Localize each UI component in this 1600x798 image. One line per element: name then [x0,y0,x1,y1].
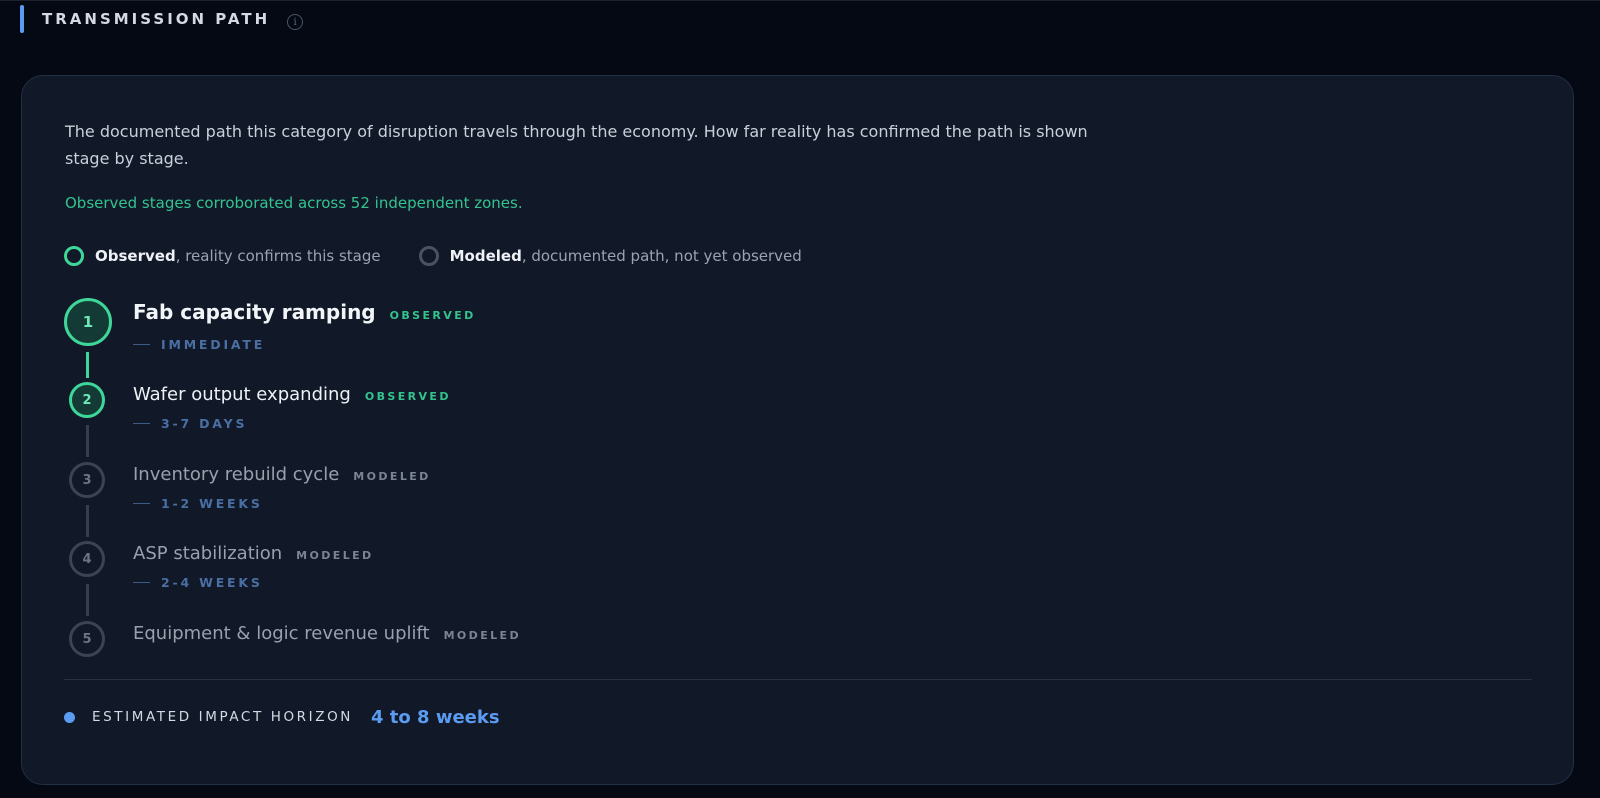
stage-1-timing-label: IMMEDIATE [161,337,266,352]
stage-connector-3 [86,505,89,537]
modeled-ring-icon [418,246,439,266]
stage-2-title: Wafer output expanding OBSERVED [133,384,451,405]
stage-3-timing: 1-2 WEEKS [133,496,263,511]
stage-connector-2 [86,425,89,457]
stage-5-number: 5 [69,621,105,657]
stage-1-title: Fab capacity ramping OBSERVED [133,300,476,324]
stage-1-name: Fab capacity ramping [133,300,376,324]
stage-2-timing-label: 3-7 DAYS [161,416,248,431]
stage-3-status-badge: MODELED [353,470,431,483]
legend-observed-desc: , reality confirms this stage [175,247,381,265]
stage-2-name: Wafer output expanding [133,384,351,405]
stage-connector-4 [86,584,89,616]
stage-1-status-badge: OBSERVED [389,309,476,322]
stage-4-timing: 2-4 WEEKS [133,575,263,590]
legend-item-modeled: Modeled , documented path, not yet obser… [418,246,802,266]
stage-3-number: 3 [69,462,105,498]
timing-dash [133,582,150,583]
card-divider [64,679,1532,680]
horizon-label: ESTIMATED IMPACT HORIZON [92,709,354,725]
stage-2-number: 2 [69,382,105,418]
transmission-path-card: The documented path this category of dis… [21,75,1574,785]
stage-3-title: Inventory rebuild cycle MODELED [133,464,431,485]
corroboration-note: Observed stages corroborated across 52 i… [65,194,523,212]
timing-dash [133,344,150,345]
stage-4-number: 4 [69,541,105,577]
horizon-dot-icon [64,711,75,723]
stage-4-title: ASP stabilization MODELED [133,543,374,564]
legend-modeled-desc: , documented path, not yet observed [521,247,802,265]
section-accent-bar [20,5,24,33]
stage-connector-1 [86,352,89,378]
stage-2-status-badge: OBSERVED [364,390,451,403]
stage-4-timing-label: 2-4 WEEKS [161,575,263,590]
legend-modeled-label: Modeled [449,247,522,265]
section-header: TRANSMISSION PATH i [20,5,304,33]
impact-horizon: ESTIMATED IMPACT HORIZON 4 to 8 weeks [64,703,500,731]
page: TRANSMISSION PATH i The documented path … [0,0,1600,798]
timing-dash [133,503,150,504]
stage-5-title: Equipment & logic revenue uplift MODELED [133,623,521,644]
info-icon[interactable]: i [287,14,304,30]
stage-5-name: Equipment & logic revenue uplift [133,623,430,644]
stage-2-timing: 3-7 DAYS [133,416,247,431]
stage-1-timing: IMMEDIATE [133,337,265,352]
legend-observed-label: Observed [95,247,176,265]
stage-5-status-badge: MODELED [443,629,521,642]
section-title: TRANSMISSION PATH [42,10,271,28]
stage-4-name: ASP stabilization [133,543,283,564]
stage-3-timing-label: 1-2 WEEKS [161,496,263,511]
horizon-value: 4 to 8 weeks [371,706,500,728]
observed-ring-icon [64,246,84,266]
legend: Observed , reality confirms this stage M… [64,244,840,268]
legend-item-observed: Observed , reality confirms this stage [64,246,381,266]
stage-1-number: 1 [64,298,112,346]
stage-4-status-badge: MODELED [296,549,374,562]
stage-3-name: Inventory rebuild cycle [133,464,340,485]
path-description: The documented path this category of dis… [65,122,1088,168]
timing-dash [133,423,150,424]
